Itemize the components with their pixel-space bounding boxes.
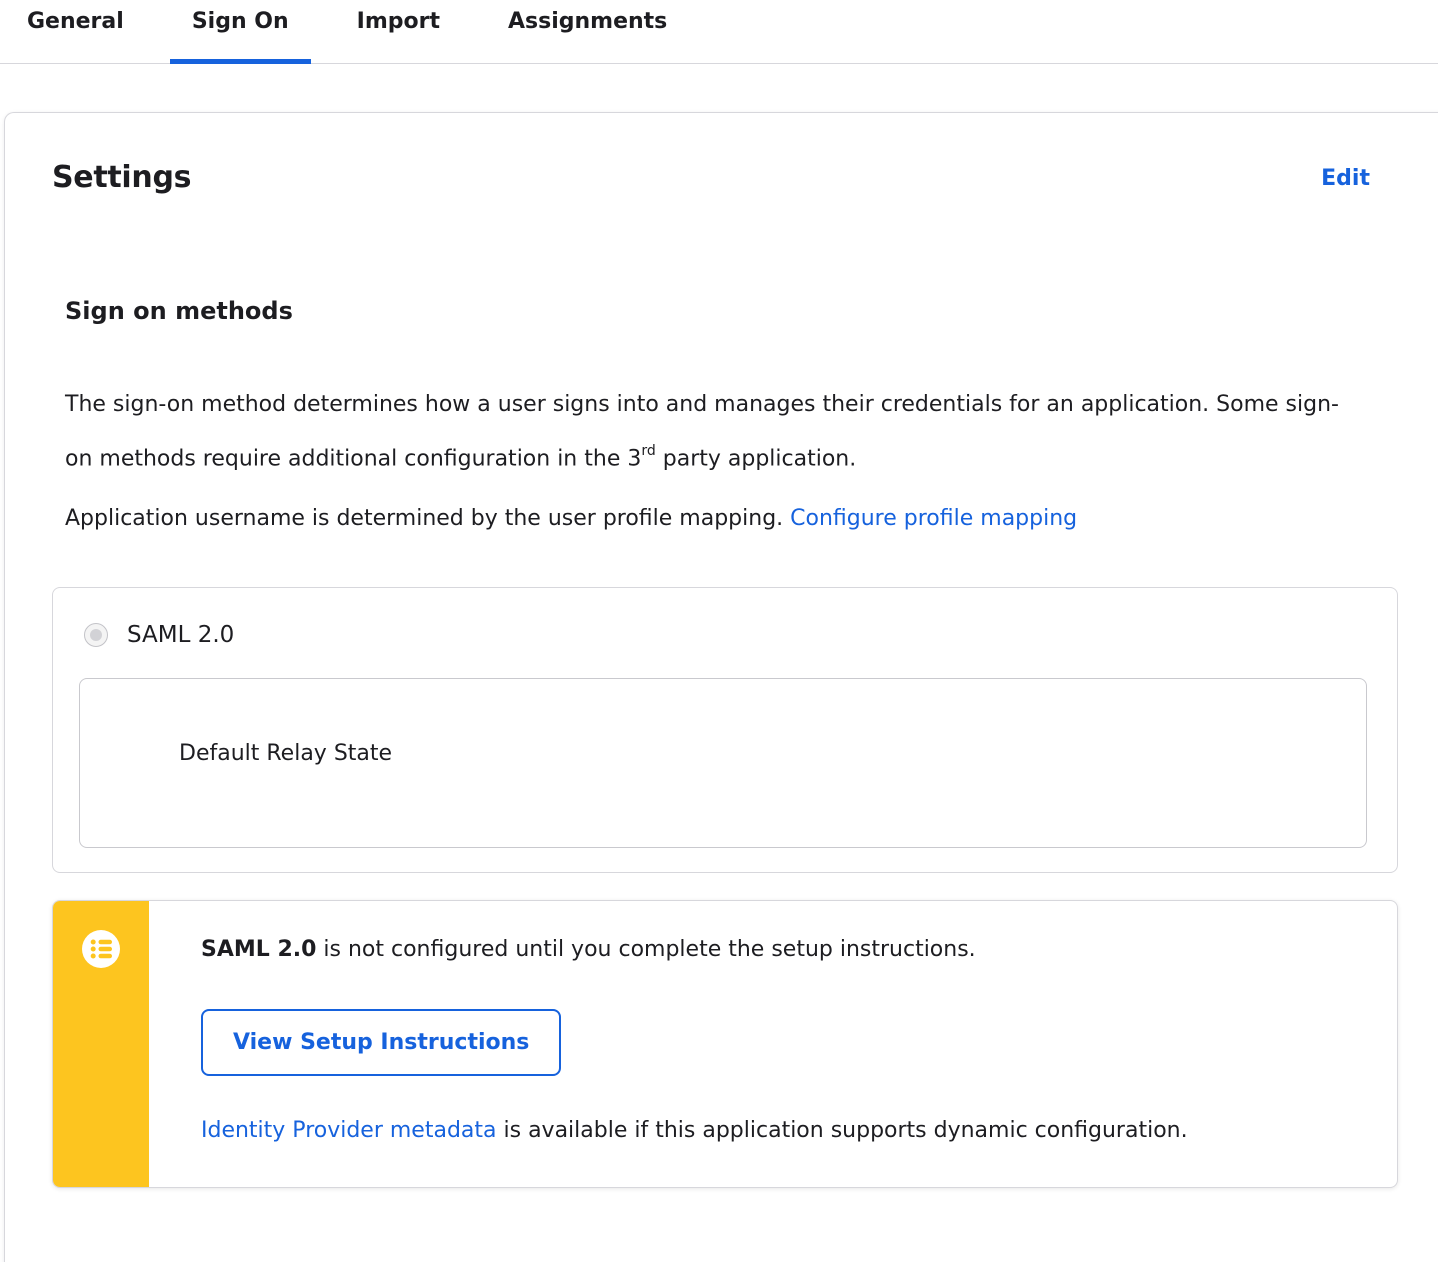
tab-assignments[interactable]: Assignments (486, 0, 689, 63)
saml-warning-banner: SAML 2.0 is not configured until you com… (52, 900, 1398, 1189)
configure-profile-mapping-link[interactable]: Configure profile mapping (790, 506, 1077, 531)
tab-import[interactable]: Import (335, 0, 462, 63)
page-title: Settings (52, 160, 192, 195)
tab-general[interactable]: General (27, 0, 146, 63)
username-note-text: Application username is determined by th… (65, 506, 791, 532)
list-icon (82, 930, 120, 969)
saml-option-box: SAML 2.0 Default Relay State (52, 587, 1398, 874)
app-tabbar: General Sign On Import Assignments (0, 0, 1438, 64)
description-text-end: party application. (655, 446, 857, 472)
warning-banner-accent (53, 901, 149, 1188)
identity-provider-metadata-link[interactable]: Identity Provider metadata (201, 1118, 497, 1143)
settings-card: Settings Edit Sign on methods The sign-o… (4, 112, 1438, 1262)
warning-message-text: is not configured until you complete the… (316, 937, 976, 963)
sign-on-methods-description: The sign-on method determines how a user… (65, 381, 1365, 483)
view-setup-instructions-button[interactable]: View Setup Instructions (201, 1009, 562, 1077)
saml-radio-button[interactable] (84, 623, 108, 648)
settings-card-header: Settings Edit (52, 160, 1398, 195)
default-relay-state-field: Default Relay State (79, 678, 1367, 849)
description-superscript: rd (641, 443, 656, 459)
username-note: Application username is determined by th… (65, 503, 1365, 535)
default-relay-state-label: Default Relay State (179, 741, 393, 767)
warning-banner-body: SAML 2.0 is not configured until you com… (149, 901, 1397, 1187)
metadata-note-text: is available if this application support… (496, 1118, 1188, 1144)
warning-message: SAML 2.0 is not configured until you com… (201, 935, 1377, 965)
edit-link[interactable]: Edit (1321, 166, 1370, 191)
tab-sign-on[interactable]: Sign On (169, 0, 311, 64)
warning-message-bold: SAML 2.0 (201, 937, 317, 963)
metadata-note: Identity Provider metadata is available … (201, 1116, 1377, 1146)
saml-radio-row: SAML 2.0 (79, 622, 1367, 648)
saml-radio-label: SAML 2.0 (127, 622, 235, 649)
sign-on-methods-heading: Sign on methods (65, 297, 293, 325)
